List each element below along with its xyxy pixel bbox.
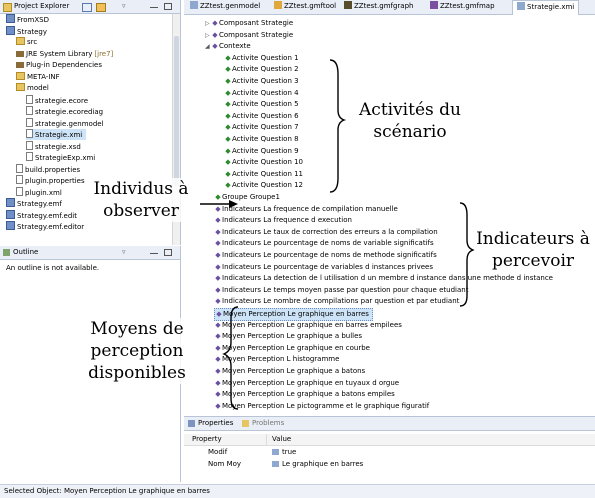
brace-moyens bbox=[222, 306, 239, 410]
brace-indicateurs bbox=[459, 202, 476, 307]
arrow-head bbox=[229, 200, 238, 208]
brace-activites bbox=[329, 59, 347, 193]
annotation-activites: Activités du scénario bbox=[359, 100, 461, 142]
annotation-individus: Individus à observer bbox=[86, 178, 196, 222]
annotation-moyens: Moyens de perception disponibles bbox=[62, 318, 212, 384]
annotation-indicateurs: Indicateurs à percevoir bbox=[474, 228, 592, 272]
